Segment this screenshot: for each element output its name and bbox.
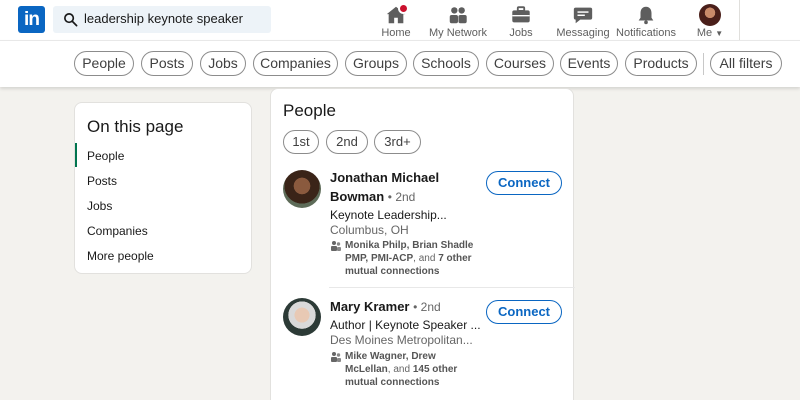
people-results-card: People 1st 2nd 3rd+ Jonathan Michael Bow…: [270, 88, 575, 400]
sidebar-item-posts[interactable]: Posts: [87, 174, 117, 188]
user-avatar: [699, 4, 721, 26]
mutual-connections-text: Mike Wagner, Drew McLellan, and 145 othe…: [345, 351, 458, 388]
linkedin-logo[interactable]: in: [18, 6, 45, 33]
nav-notifications[interactable]: Notifications: [616, 2, 676, 40]
row-divider: [329, 287, 575, 288]
nav-messaging-label: Messaging: [556, 27, 610, 39]
message-icon: [573, 7, 593, 24]
search-input[interactable]: leadership keynote speaker: [84, 11, 243, 26]
bell-icon: [638, 6, 654, 25]
person-location: Des Moines Metropolitan...: [330, 333, 473, 347]
search-icon: [64, 13, 78, 27]
nav-divider: [739, 0, 740, 40]
filter-schools[interactable]: Schools: [413, 51, 479, 76]
active-indicator: [75, 143, 77, 167]
nav-messaging[interactable]: Messaging: [556, 2, 610, 40]
mutual-connections-text: Monika Philp, Brian Shadle PMP, PMI-ACP,…: [345, 240, 474, 277]
top-navigation-bar: in leadership keynote speaker Home My Ne…: [0, 0, 800, 40]
person-name[interactable]: Jonathan Michael: [330, 170, 439, 185]
filter-events[interactable]: Events: [560, 51, 618, 76]
nav-me[interactable]: Me ▼: [692, 2, 728, 40]
people-section-title: People: [283, 101, 336, 120]
sidebar-item-more-people[interactable]: More people: [87, 249, 154, 263]
on-this-page-title: On this page: [87, 117, 184, 136]
filter-courses[interactable]: Courses: [486, 51, 554, 76]
filter-jobs[interactable]: Jobs: [200, 51, 246, 76]
filter-1st-degree[interactable]: 1st: [283, 130, 319, 154]
connect-button[interactable]: Connect: [486, 300, 562, 324]
connection-degree: • 2nd: [413, 300, 441, 314]
filter-divider: [703, 53, 704, 75]
nav-jobs-label: Jobs: [509, 27, 533, 39]
person-location: Columbus, OH: [330, 223, 409, 237]
notification-badge: [398, 3, 409, 14]
caret-down-icon: ▼: [715, 29, 724, 38]
nav-me-label: Me: [696, 27, 713, 39]
filter-posts[interactable]: Posts: [141, 51, 193, 76]
filter-people[interactable]: People: [74, 51, 134, 76]
nav-my-network-label: My Network: [428, 27, 488, 39]
nav-jobs[interactable]: Jobs: [502, 2, 540, 40]
nav-home[interactable]: Home: [376, 2, 416, 40]
person-name-cont[interactable]: Bowman: [330, 189, 384, 204]
person-name[interactable]: Mary Kramer: [330, 299, 410, 314]
person-avatar[interactable]: [283, 298, 321, 336]
person-headline: Keynote Leadership...: [330, 208, 447, 222]
filter-bar: People Posts Jobs Companies Groups Schoo…: [0, 40, 800, 87]
filter-2nd-degree[interactable]: 2nd: [326, 130, 368, 154]
filter-products[interactable]: Products: [625, 51, 697, 76]
filter-groups[interactable]: Groups: [345, 51, 407, 76]
nav-home-label: Home: [381, 27, 411, 39]
sidebar-item-people[interactable]: People: [87, 149, 124, 163]
mutual-connections-icon: [331, 241, 341, 251]
connection-degree: • 2nd: [387, 190, 416, 204]
person-avatar[interactable]: [283, 170, 321, 208]
connect-button[interactable]: Connect: [486, 171, 562, 195]
on-this-page-card: On this page People Posts Jobs Companies…: [74, 102, 252, 274]
search-box[interactable]: leadership keynote speaker: [53, 6, 271, 33]
mutual-connections-icon: [331, 352, 341, 362]
all-filters-button[interactable]: All filters: [710, 51, 782, 76]
filter-companies[interactable]: Companies: [253, 51, 338, 76]
briefcase-icon: [512, 6, 530, 23]
nav-notifications-label: Notifications: [616, 27, 676, 39]
sidebar-item-companies[interactable]: Companies: [87, 224, 148, 238]
filter-3rd-degree[interactable]: 3rd+: [374, 130, 421, 154]
people-icon: [449, 7, 467, 24]
person-headline: Author | Keynote Speaker ...: [330, 318, 481, 332]
nav-my-network[interactable]: My Network: [428, 2, 488, 40]
sidebar-item-jobs[interactable]: Jobs: [87, 199, 112, 213]
